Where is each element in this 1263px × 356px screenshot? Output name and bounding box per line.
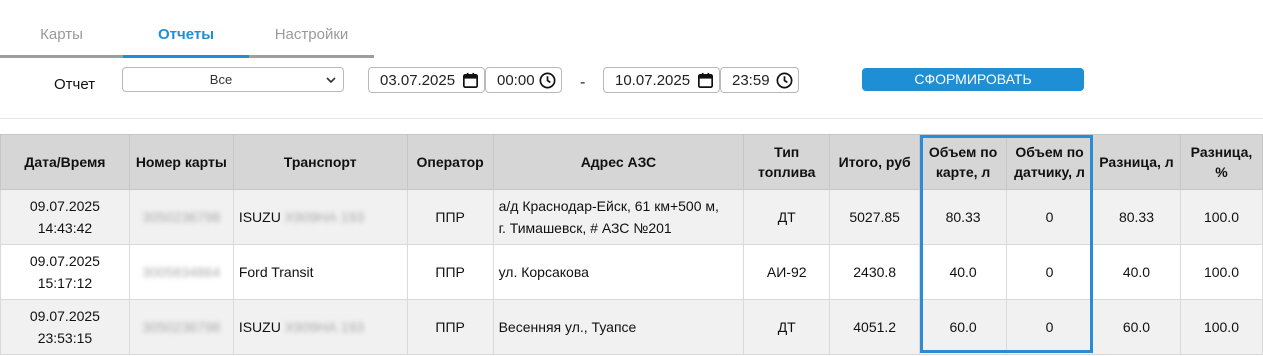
- cell-fuel: ДТ: [743, 299, 831, 355]
- cell-vol-sensor: 0: [1006, 244, 1093, 300]
- date-to-value: 10.07.2025: [615, 72, 691, 89]
- cell-date: 09.07.2025: [29, 198, 100, 214]
- cell-vol-sensor: 0: [1006, 299, 1093, 355]
- card-number: 3050236798: [142, 209, 221, 225]
- cell-operator: ППР: [406, 299, 494, 355]
- cell-diff-l: 60.0: [1092, 299, 1181, 355]
- time-from-value: 00:00: [497, 72, 535, 89]
- card-number: 3005834864: [142, 264, 221, 280]
- report-label: Отчет: [54, 76, 96, 93]
- col-header-datetime[interactable]: Дата/Время: [0, 134, 130, 190]
- col-header-card[interactable]: Номер карты: [128, 134, 234, 190]
- cell-diff-pct: 100.0: [1179, 244, 1263, 300]
- range-separator: -: [580, 74, 586, 91]
- cell-time: 23:53:15: [37, 330, 93, 346]
- cell-time: 15:17:12: [37, 275, 93, 291]
- cell-date: 09.07.2025: [29, 253, 100, 269]
- address-line-1: ул. Корсакова: [498, 264, 589, 280]
- col-header-fuel[interactable]: Тип топлива: [743, 134, 831, 190]
- cell-vol-card: 60.0: [919, 299, 1008, 355]
- cell-total: 5027.85: [829, 189, 921, 245]
- cell-time: 14:43:42: [37, 220, 93, 236]
- time-to-value: 23:59: [732, 72, 770, 89]
- generate-report-button[interactable]: СФОРМИРОВАТЬ: [862, 68, 1084, 91]
- cell-diff-l: 80.33: [1092, 189, 1181, 245]
- table-row[interactable]: 09.07.2025 14:43:42 3050236798 ISUZU Х909…: [0, 189, 1263, 245]
- date-from-input[interactable]: 03.07.2025: [368, 67, 485, 93]
- report-type-value: Все: [209, 72, 233, 87]
- tab-bar: Карты Отчеты Настройки: [0, 14, 374, 58]
- transport-model: ISUZU: [238, 209, 281, 225]
- table-header-row: Дата/Время Номер карты Транспорт Операто…: [0, 134, 1263, 190]
- cell-fuel: АИ-92: [743, 244, 831, 300]
- cell-address: Весенняя ул., Туапсе: [492, 299, 745, 355]
- cell-fuel: ДТ: [743, 189, 831, 245]
- report-table: Дата/Время Номер карты Транспорт Операто…: [0, 134, 1263, 355]
- cell-vol-card: 40.0: [919, 244, 1008, 300]
- cell-card: 3050236798: [128, 299, 234, 355]
- clock-icon[interactable]: [775, 71, 794, 90]
- tab-settings[interactable]: Настройки: [249, 14, 374, 55]
- col-header-operator[interactable]: Оператор: [406, 134, 494, 190]
- cell-transport: ISUZU Х909НА 193: [232, 189, 408, 245]
- time-from-input[interactable]: 00:00: [485, 67, 562, 93]
- divider: [0, 118, 1263, 119]
- cell-datetime: 09.07.2025 14:43:42: [0, 189, 130, 245]
- tab-reports[interactable]: Отчеты: [123, 14, 249, 55]
- cell-diff-pct: 100.0: [1179, 189, 1263, 245]
- col-header-diff-l[interactable]: Разница, л: [1092, 134, 1181, 190]
- cell-diff-l: 40.0: [1092, 244, 1181, 300]
- table-row[interactable]: 09.07.2025 15:17:12 3005834864 Ford Trans…: [0, 244, 1263, 300]
- date-to-input[interactable]: 10.07.2025: [603, 67, 720, 93]
- cell-datetime: 09.07.2025 23:53:15: [0, 299, 130, 355]
- col-header-transport[interactable]: Транспорт: [232, 134, 408, 190]
- cell-address: а/д Краснодар-Ейск, 61 км+500 м, г. Тимаш…: [492, 189, 745, 245]
- date-from-value: 03.07.2025: [380, 72, 456, 89]
- address-line-2: г. Тимашевск, # АЗС №201: [498, 220, 672, 236]
- col-header-vol-sensor[interactable]: Объем по датчику, л: [1006, 134, 1093, 190]
- chevron-down-icon: [326, 77, 336, 84]
- cell-diff-pct: 100.0: [1179, 299, 1263, 355]
- transport-plate: Х909НА 193: [284, 209, 365, 225]
- calendar-icon[interactable]: [696, 71, 715, 90]
- transport-model: ISUZU: [238, 319, 281, 335]
- clock-icon[interactable]: [538, 71, 557, 90]
- cell-total: 4051.2: [829, 299, 921, 355]
- active-tab-indicator: [123, 55, 249, 58]
- cell-date: 09.07.2025: [29, 308, 100, 324]
- cell-card: 3005834864: [128, 244, 234, 300]
- cell-address: ул. Корсакова: [492, 244, 745, 300]
- col-header-vol-card[interactable]: Объем по карте, л: [919, 134, 1008, 190]
- cell-transport: ISUZU Х909НА 193: [232, 299, 408, 355]
- cell-total: 2430.8: [829, 244, 921, 300]
- table-row[interactable]: 09.07.2025 23:53:15 3050236798 ISUZU Х909…: [0, 299, 1263, 355]
- cell-transport: Ford Transit: [232, 244, 408, 300]
- time-to-input[interactable]: 23:59: [720, 67, 799, 93]
- cell-operator: ППР: [406, 189, 494, 245]
- transport-plate: Х909НА 193: [284, 319, 365, 335]
- col-header-total[interactable]: Итого, руб: [829, 134, 921, 190]
- col-header-address[interactable]: Адрес АЗС: [492, 134, 745, 190]
- card-number: 3050236798: [142, 319, 221, 335]
- address-line-1: Весенняя ул., Туапсе: [498, 319, 637, 335]
- cell-operator: ППР: [406, 244, 494, 300]
- cell-vol-sensor: 0: [1006, 189, 1093, 245]
- col-header-diff-pct[interactable]: Разница, %: [1179, 134, 1263, 190]
- transport-model: Ford Transit: [238, 264, 314, 280]
- tab-cards[interactable]: Карты: [0, 14, 123, 55]
- cell-card: 3050236798: [128, 189, 234, 245]
- cell-datetime: 09.07.2025 15:17:12: [0, 244, 130, 300]
- cell-vol-card: 80.33: [919, 189, 1008, 245]
- calendar-icon[interactable]: [461, 71, 480, 90]
- address-line-1: а/д Краснодар-Ейск, 61 км+500 м,: [498, 198, 719, 214]
- report-type-select[interactable]: Все: [122, 67, 344, 92]
